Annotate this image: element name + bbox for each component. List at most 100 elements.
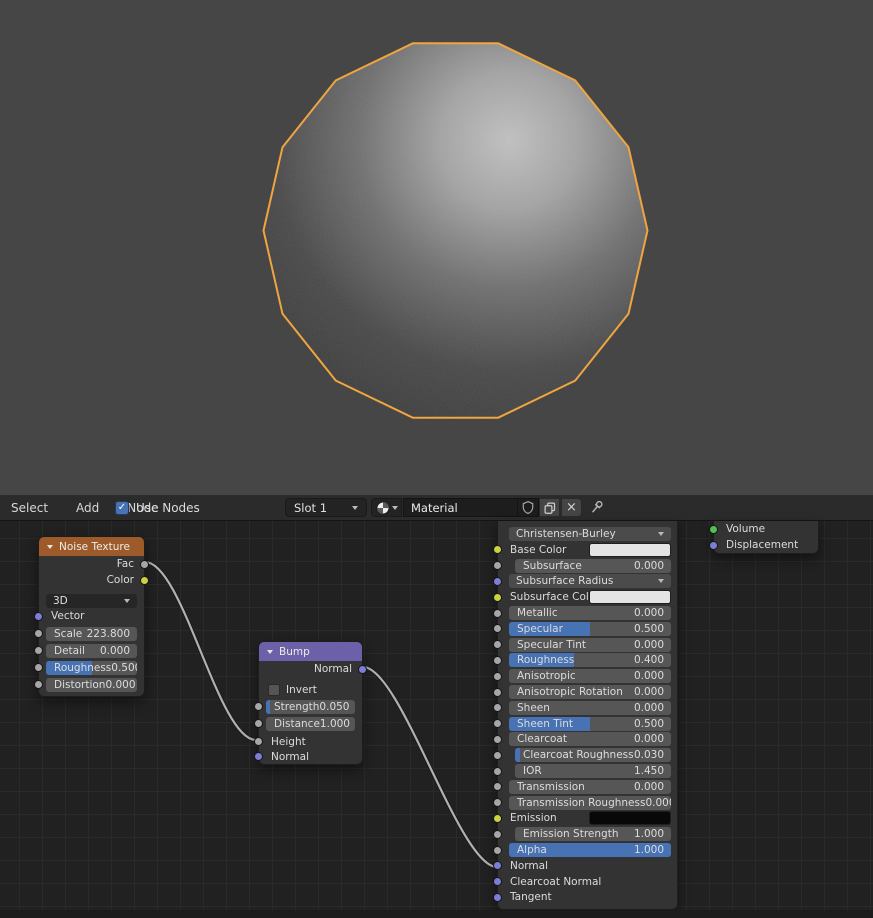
sheen-socket[interactable]	[493, 703, 502, 713]
subsurface-radius-socket[interactable]	[493, 576, 502, 586]
emission-strength-slider[interactable]: Emission Strength 1.000	[515, 827, 671, 842]
3d-viewport[interactable]	[0, 0, 873, 495]
metallic-socket[interactable]	[493, 608, 502, 618]
anisotropic-rotation-socket[interactable]	[493, 687, 502, 697]
shaded-sphere-object[interactable]	[0, 0, 873, 495]
emission-socket[interactable]	[493, 813, 502, 823]
ior-slider[interactable]: IOR 1.450	[515, 764, 671, 778]
transmission-socket[interactable]	[493, 782, 502, 792]
volume-input-socket[interactable]	[709, 524, 718, 534]
base-color-socket[interactable]	[493, 545, 502, 555]
christensen-burley-dropdown[interactable]: Christensen-Burley	[509, 527, 671, 541]
material-slot-dropdown[interactable]: Slot 1	[285, 498, 367, 517]
subsurface-color-socket[interactable]	[493, 592, 502, 602]
noise-dimensions-dropdown[interactable]: 3D	[46, 594, 137, 608]
sheen-slider[interactable]: Sheen 0.000	[509, 700, 671, 715]
fake-user-button[interactable]	[518, 498, 539, 517]
duplicate-material-button[interactable]	[539, 498, 560, 517]
strength-slider[interactable]: Strength 0.050	[266, 700, 355, 714]
unlink-material-button[interactable]: ×	[561, 498, 582, 517]
material-name-field[interactable]: Material	[403, 498, 518, 517]
node-editor-header: Select Add Node ✓ Use Nodes Slot 1 Materia…	[0, 495, 873, 521]
bsdf-row-alpha: Alpha 1.000	[493, 843, 677, 857]
ior-socket[interactable]	[493, 766, 502, 776]
roughness-slider[interactable]: Roughness 0.400	[509, 653, 671, 668]
principled-bsdf-node[interactable]: Christensen-Burley Base Color Subsurface 0.…	[493, 521, 678, 910]
emission-color-swatch[interactable]	[589, 811, 671, 826]
specular-slider[interactable]: Specular 0.500	[509, 621, 671, 636]
clearcoat-roughness-slider[interactable]: Clearcoat Roughness 0.030	[515, 748, 671, 763]
bsdf-row-sheen-tint: Sheen Tint 0.500	[493, 716, 677, 731]
anisotropic-rotation-slider[interactable]: Anisotropic Rotation 0.000	[509, 685, 671, 699]
slider-value: 0.400	[633, 654, 664, 667]
specular-tint-socket[interactable]	[493, 640, 502, 650]
noise-texture-node-header[interactable]: Noise Texture	[39, 537, 144, 556]
roughness-socket[interactable]	[493, 655, 502, 665]
use-nodes-checkbox[interactable]: ✓	[115, 500, 129, 515]
collapse-triangle-icon[interactable]	[267, 649, 273, 654]
bsdf-row-clearcoat-normal: Clearcoat Normal	[493, 875, 677, 889]
tangent-socket[interactable]	[493, 892, 502, 902]
clearcoat-normal-socket[interactable]	[493, 877, 502, 887]
distance-slider[interactable]: Distance 1.000	[266, 717, 355, 731]
use-nodes-toggle[interactable]: ✓ Use Nodes	[115, 495, 200, 520]
displacement-input-socket[interactable]	[709, 540, 718, 550]
detail-input-socket[interactable]	[34, 646, 43, 655]
height-input-socket[interactable]	[254, 737, 263, 746]
subsurface-color-widget-wrap	[509, 590, 671, 605]
invert-checkbox[interactable]	[268, 683, 280, 696]
subsurface-color-color-swatch[interactable]	[589, 590, 671, 605]
metallic-slider[interactable]: Metallic 0.000	[509, 606, 671, 620]
menu-add[interactable]: Add	[62, 501, 113, 515]
bsdf-row-christensen-burley: Christensen-Burley	[498, 527, 677, 541]
strength-input-socket[interactable]	[254, 702, 263, 711]
transmission-slider[interactable]: Transmission 0.000	[509, 779, 671, 794]
bump-node-header[interactable]: Bump	[259, 642, 362, 661]
sheen-tint-socket[interactable]	[493, 719, 502, 729]
shader-node-editor[interactable]: Noise Texture Fac Color 3D Vector Scale 22…	[0, 521, 873, 918]
normal-output-socket[interactable]	[358, 664, 367, 674]
anisotropic-slider[interactable]: Anisotropic 0.000	[509, 669, 671, 684]
color-output-row: Color	[39, 572, 149, 588]
material-output-node[interactable]: Volume Displacement	[709, 521, 819, 554]
alpha-slider[interactable]: Alpha 1.000	[509, 843, 671, 857]
base-color-color-swatch[interactable]	[589, 542, 671, 557]
clearcoat-socket[interactable]	[493, 734, 502, 744]
clearcoat-roughness-socket[interactable]	[493, 750, 502, 760]
base-color-widget-wrap	[509, 542, 671, 557]
normal-input-socket[interactable]	[254, 752, 263, 761]
vector-input-socket[interactable]	[34, 611, 43, 621]
specular-tint-slider[interactable]: Specular Tint 0.000	[509, 637, 671, 652]
color-output-socket[interactable]	[140, 575, 149, 585]
clearcoat-slider[interactable]: Clearcoat 0.000	[509, 732, 671, 747]
material-browse-button[interactable]	[371, 498, 402, 517]
specular-socket[interactable]	[493, 624, 502, 634]
subsurface-radius-dropdown[interactable]: Subsurface Radius	[509, 574, 671, 589]
transmission-roughness-socket[interactable]	[493, 798, 502, 808]
dimension-value: 3D	[53, 595, 68, 607]
emission-strength-socket[interactable]	[493, 829, 502, 839]
distortion-input-socket[interactable]	[34, 680, 43, 689]
subsurface-slider[interactable]: Subsurface 0.000	[515, 558, 671, 573]
menu-select[interactable]: Select	[0, 501, 62, 515]
slider-label: Strength	[274, 701, 320, 713]
scale-input-socket[interactable]	[34, 629, 43, 638]
roughness-slider[interactable]: Roughness0.500	[46, 661, 137, 675]
collapse-triangle-icon[interactable]	[47, 544, 53, 549]
noise-texture-node[interactable]: Noise Texture Fac Color 3D Vector Scale 22…	[34, 536, 149, 697]
roughness-input-socket[interactable]	[34, 663, 43, 672]
detail-slider[interactable]: Detail 0.000	[46, 644, 137, 658]
fac-output-socket[interactable]	[140, 559, 149, 569]
pin-button[interactable]	[588, 499, 605, 520]
transmission-roughness-slider[interactable]: Transmission Roughness0.000	[509, 795, 671, 810]
bump-node[interactable]: Bump Normal Invert Strength 0.050 Distance…	[254, 641, 367, 765]
anisotropic-socket[interactable]	[493, 671, 502, 681]
sheen-tint-slider[interactable]: Sheen Tint 0.500	[509, 716, 671, 731]
subsurface-socket[interactable]	[493, 561, 502, 571]
scale-slider[interactable]: Scale 223.800	[46, 627, 137, 641]
alpha-socket[interactable]	[493, 845, 502, 855]
distance-input-socket[interactable]	[254, 719, 263, 728]
normal-socket[interactable]	[493, 861, 502, 871]
distortion-slider[interactable]: Distortion 0.000	[46, 678, 137, 692]
slider-label: Metallic	[517, 607, 558, 619]
